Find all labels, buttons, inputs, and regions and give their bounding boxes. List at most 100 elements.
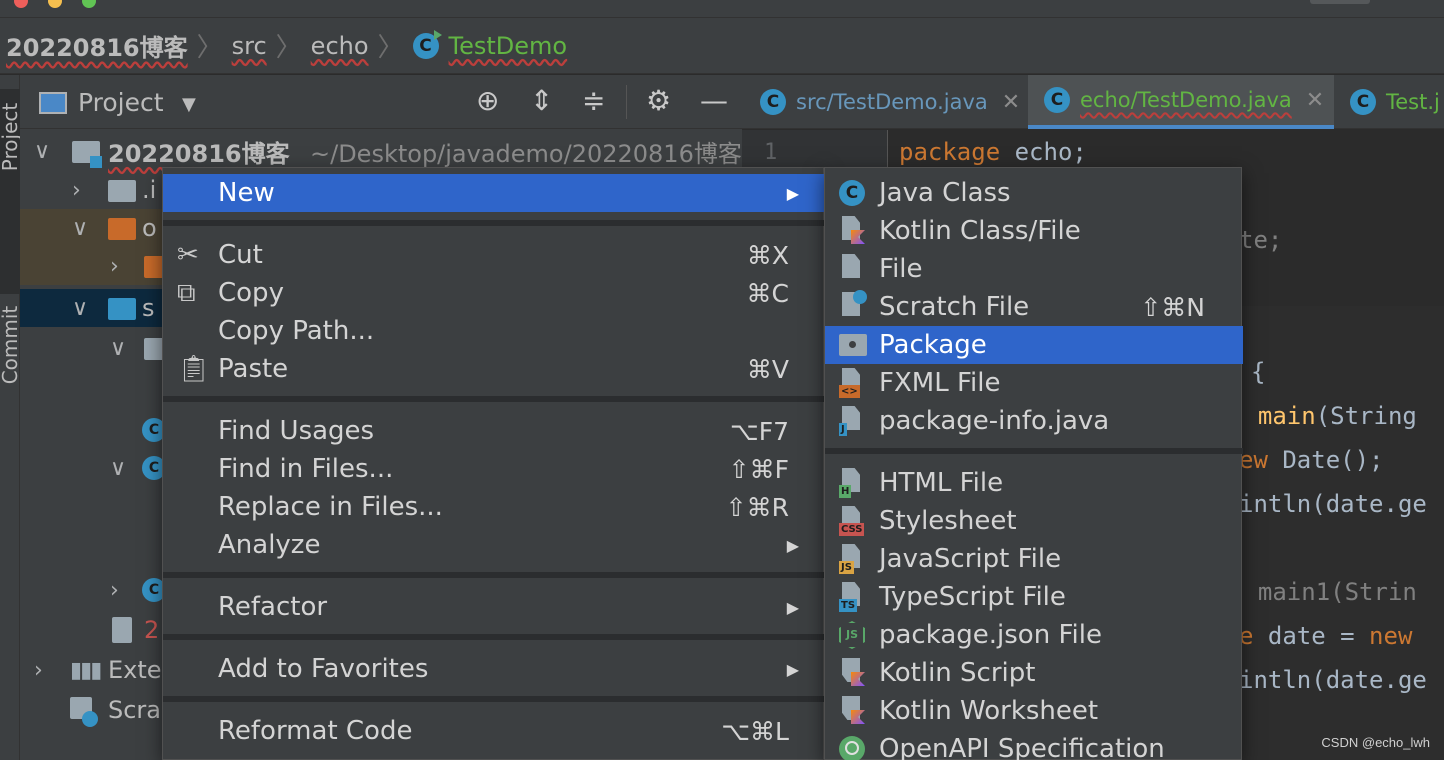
submenu-item-javascript-file[interactable]: JS JavaScript File — [825, 540, 1243, 578]
close-icon[interactable]: ✕ — [1002, 90, 1020, 115]
tool-window-strip: Project Commit — [0, 75, 22, 760]
locate-icon[interactable]: ⊕ — [476, 86, 499, 116]
submenu-item-kotlin-script[interactable]: Kotlin Script — [825, 654, 1243, 692]
minimize-icon[interactable]: — — [700, 86, 728, 116]
chevron-down-icon[interactable]: ∨ — [72, 216, 88, 241]
submenu-item-java-class[interactable]: C Java Class — [825, 174, 1243, 212]
minimize-window-button[interactable] — [48, 0, 62, 8]
idea-folder-label: .i — [142, 176, 157, 204]
fxml-file-icon: <> — [839, 368, 865, 398]
breadcrumb-echo[interactable]: echo — [311, 32, 369, 60]
menu-item-copy-path[interactable]: Copy Path... — [163, 312, 825, 350]
submenu-item-package-json[interactable]: JS package.json File — [825, 616, 1243, 654]
menu-separator — [163, 634, 825, 640]
submenu-item-stylesheet[interactable]: CSS Stylesheet — [825, 502, 1243, 540]
file-icon — [112, 617, 132, 643]
tab-src-testdemo[interactable]: C src/TestDemo.java ✕ — [760, 75, 1020, 129]
package-folder-icon — [839, 334, 867, 356]
close-window-button[interactable] — [14, 0, 28, 8]
submenu-item-package[interactable]: Package — [825, 326, 1243, 364]
menu-item-replace-in-files[interactable]: Replace in Files... ⇧⌘R — [163, 488, 825, 526]
menu-item-paste[interactable]: 📋︎ Paste ⌘V — [163, 350, 825, 388]
menu-item-reformat-code[interactable]: Reformat Code ⌥⌘L — [163, 712, 825, 750]
submenu-arrow-icon: ▶ — [786, 183, 799, 203]
chevron-down-icon[interactable]: ∨ — [72, 296, 88, 321]
chevron-right-icon[interactable]: › — [110, 254, 119, 279]
tab-echo-testdemo[interactable]: C echo/TestDemo.java ✕ — [1028, 75, 1334, 129]
scratch-file-icon — [839, 290, 867, 322]
root-path: ~/Desktop/javademo/20220816博客 — [310, 139, 742, 168]
project-tool-tab[interactable]: Project — [0, 89, 22, 294]
menu-separator — [163, 220, 825, 226]
submenu-item-openapi[interactable]: OpenAPI Specification — [825, 730, 1243, 760]
scissors-icon: ✂ — [177, 240, 199, 270]
project-panel-title[interactable]: Project — [78, 88, 164, 117]
menu-item-find-usages[interactable]: Find Usages ⌥F7 — [163, 412, 825, 450]
out-folder-label: o — [142, 214, 157, 242]
javascript-file-icon: JS — [839, 544, 865, 574]
collapse-all-icon[interactable]: ≑ — [582, 86, 605, 116]
code-line: { — [1251, 358, 1266, 386]
menu-item-analyze[interactable]: Analyze ▶ — [163, 526, 825, 564]
chevron-right-icon[interactable]: › — [72, 178, 81, 203]
tab-test[interactable]: C Test.j — [1350, 75, 1440, 129]
zoom-window-button[interactable] — [82, 0, 96, 8]
breadcrumb-project[interactable]: 20220816博客 — [6, 28, 188, 63]
submenu-item-html-file[interactable]: H HTML File — [825, 464, 1243, 502]
tree-row-root[interactable]: ∨ 20220816博客 ~/Desktop/javademo/20220816… — [20, 132, 742, 170]
clock-icon — [82, 711, 98, 727]
kotlin-file-icon — [839, 216, 865, 246]
editor-tab-bar: C src/TestDemo.java ✕ C echo/TestDemo.ja… — [742, 75, 1444, 129]
breadcrumb-separator: 〉 — [377, 33, 404, 63]
code-line: d main(String — [1229, 402, 1417, 430]
commit-tab-label[interactable]: Commit — [0, 305, 22, 385]
code-line: te; — [1239, 226, 1283, 254]
module-badge-icon — [90, 156, 102, 168]
tab-label: echo/TestDemo.java — [1080, 88, 1292, 112]
submenu-item-kotlin-worksheet[interactable]: Kotlin Worksheet — [825, 692, 1243, 730]
submenu-item-fxml-file[interactable]: <> FXML File — [825, 364, 1243, 402]
code-line: e date = new — [1239, 622, 1413, 650]
watermark: CSDN @echo_lwh — [1321, 735, 1430, 750]
gear-icon[interactable]: ⚙ — [646, 86, 671, 116]
chevron-down-icon[interactable]: ∨ — [110, 336, 126, 361]
breadcrumb-src[interactable]: src — [232, 32, 267, 60]
submenu-item-typescript-file[interactable]: TS TypeScript File — [825, 578, 1243, 616]
submenu-item-kotlin-class[interactable]: Kotlin Class/File — [825, 212, 1243, 250]
code-line: ew Date(); — [1239, 446, 1384, 474]
project-tab-label: Project — [0, 102, 22, 172]
menu-item-find-in-files[interactable]: Find in Files... ⇧⌘F — [163, 450, 825, 488]
file-label: 2 — [144, 616, 160, 644]
breadcrumb: 20220816博客 〉 src 〉 echo 〉 C TestDemo — [0, 18, 1444, 74]
breadcrumb-separator: 〉 — [196, 33, 223, 63]
menu-separator — [163, 696, 825, 702]
menu-separator — [163, 572, 825, 578]
menu-item-new[interactable]: New ▶ — [163, 174, 825, 212]
clipboard-icon: 📋︎ — [177, 354, 211, 384]
html-file-icon: H — [839, 468, 865, 498]
menu-item-add-to-favorites[interactable]: Add to Favorites ▶ — [163, 650, 825, 688]
kotlin-script-icon — [839, 658, 865, 688]
code-line: intln(date.ge — [1239, 490, 1427, 518]
chevron-down-icon[interactable]: ∨ — [34, 139, 50, 164]
breadcrumb-separator: 〉 — [275, 33, 302, 63]
context-menu: New ▶ ✂ Cut ⌘X ⧉ Copy ⌘C Copy Path... 📋︎… — [162, 167, 825, 760]
chevron-right-icon[interactable]: › — [34, 658, 43, 683]
code-line: d main1(Strin — [1229, 578, 1417, 606]
submenu-item-file[interactable]: File — [825, 250, 1243, 288]
chevron-right-icon[interactable]: › — [110, 578, 119, 603]
submenu-item-scratch-file[interactable]: Scratch File ⇧⌘N — [825, 288, 1243, 326]
file-icon — [839, 254, 865, 284]
chevron-down-icon[interactable]: ▼ — [182, 94, 196, 115]
breadcrumb-testdemo[interactable]: TestDemo — [449, 32, 568, 60]
menu-item-cut[interactable]: ✂ Cut ⌘X — [163, 236, 825, 274]
menu-item-copy[interactable]: ⧉ Copy ⌘C — [163, 274, 825, 312]
expand-all-icon[interactable]: ⇕ — [530, 86, 553, 116]
copy-icon: ⧉ — [177, 277, 196, 308]
menu-item-refactor[interactable]: Refactor ▶ — [163, 588, 825, 626]
chevron-down-icon[interactable]: ∨ — [110, 456, 126, 481]
menu-separator — [163, 396, 825, 402]
close-icon[interactable]: ✕ — [1306, 88, 1324, 113]
submenu-item-package-info[interactable]: J package-info.java — [825, 402, 1243, 440]
scratches-label: Scra — [108, 696, 162, 724]
